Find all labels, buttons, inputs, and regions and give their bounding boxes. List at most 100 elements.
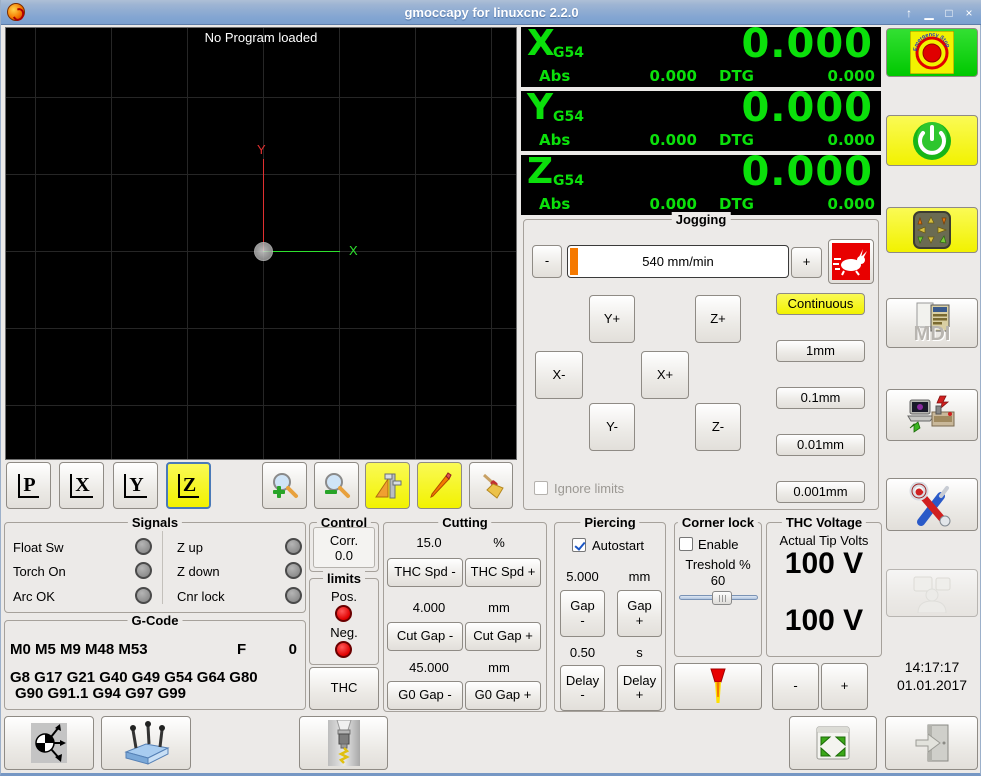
active-mcodes: M0 M5 M9 M48 M53 — [10, 641, 148, 658]
jog-speed-plus-button[interactable]: + — [791, 247, 822, 278]
dro-axis-z[interactable]: Z G54 0.000 Abs 0.000 DTG 0.000 — [521, 149, 881, 215]
coord-system: G54 — [553, 109, 584, 125]
jogging-panel: Jogging - 540 mm/min + Continuous 1mm 0.… — [523, 212, 879, 510]
jog-continuous-button[interactable]: Continuous — [776, 293, 865, 315]
dro-axis-y[interactable]: Y G54 0.000 Abs 0.000 DTG 0.000 — [521, 85, 881, 151]
corner-lock-enable-checkbox[interactable] — [679, 537, 693, 551]
y-axis-line — [263, 159, 264, 251]
jog-increment-1mm-button[interactable]: 1mm — [776, 340, 865, 362]
jog-speed-bar[interactable]: 540 mm/min — [567, 245, 789, 278]
minimize-button[interactable]: ▁ — [922, 6, 936, 20]
feed-label: F — [237, 641, 247, 658]
pierce-gap-minus-button[interactable]: Gap - — [560, 590, 605, 637]
close-button[interactable]: × — [962, 6, 976, 20]
axis-position: 0.000 — [741, 85, 873, 131]
cut-gap-value: 4.000 — [412, 600, 446, 615]
treshold-slider[interactable] — [679, 591, 758, 605]
draw-path-button[interactable] — [417, 462, 462, 509]
view-y-button[interactable]: Y — [113, 462, 158, 509]
abs-value: 0.000 — [649, 131, 697, 149]
probe-plate-icon — [124, 721, 170, 765]
z-up-led — [285, 538, 302, 555]
origin-icon — [31, 723, 67, 763]
jog-y-minus-button[interactable]: Y- — [589, 403, 635, 451]
jog-increment-0.1mm-button[interactable]: 0.1mm — [776, 387, 865, 409]
pierce-gap-value: 5.000 — [566, 569, 599, 584]
pierce-delay-minus-button[interactable]: Delay - — [560, 665, 605, 711]
exit-button[interactable] — [885, 716, 978, 770]
mdi-mode-button[interactable]: MDI — [886, 298, 978, 348]
exit-door-icon — [915, 724, 948, 762]
thc-voltage-minus-button[interactable]: - — [772, 663, 819, 710]
thc-speed-unit: % — [493, 535, 505, 550]
view-x-button[interactable]: X — [59, 462, 104, 509]
rapid-override-button[interactable] — [828, 239, 874, 284]
dtg-label: DTG — [719, 195, 754, 213]
show-dimensions-button[interactable] — [365, 462, 410, 509]
estop-button[interactable]: Emergency Stop — [886, 28, 978, 77]
machine-on-button[interactable] — [886, 115, 978, 166]
zoom-out-button[interactable] — [314, 462, 359, 509]
maximize-button[interactable]: □ — [942, 6, 956, 20]
jog-pad-icon — [913, 211, 951, 249]
jog-z-minus-button[interactable]: Z- — [695, 403, 741, 451]
signal-float-sw-label: Float Sw — [13, 540, 64, 555]
abs-value: 0.000 — [649, 67, 697, 85]
corner-lock-title: Corner lock — [677, 515, 759, 530]
cut-gap-plus-button[interactable]: Cut Gap + — [465, 622, 541, 651]
jog-speed-minus-button[interactable]: - — [532, 245, 562, 278]
torch-flame-icon — [710, 668, 726, 703]
g0-gap-minus-button[interactable]: G0 Gap - — [387, 681, 463, 710]
zoom-in-button[interactable] — [262, 462, 307, 509]
torch-test-button[interactable] — [674, 663, 762, 710]
dtg-label: DTG — [719, 67, 754, 85]
gcode-preview[interactable]: No Program loaded Y X — [5, 27, 517, 460]
jog-increment-0.01mm-button[interactable]: 0.01mm — [776, 434, 865, 456]
ignore-limits-checkbox[interactable] — [534, 481, 548, 495]
axis-letter: X — [527, 23, 555, 64]
signals-title: Signals — [127, 515, 183, 530]
jog-z-plus-button[interactable]: Z+ — [695, 295, 741, 343]
jog-x-minus-button[interactable]: X- — [535, 351, 583, 399]
treshold-slider-handle[interactable] — [712, 591, 732, 605]
thc-speed-plus-button[interactable]: THC Spd + — [465, 558, 541, 587]
auto-mode-button[interactable] — [886, 389, 978, 441]
manual-mode-button[interactable] — [886, 207, 978, 253]
tool-measure-button[interactable] — [299, 716, 388, 770]
corner-lock-panel: Corner lock Enable Treshold % 60 — [674, 515, 762, 657]
treshold-value: 60 — [710, 573, 726, 588]
thc-enable-button[interactable]: THC — [309, 667, 379, 710]
thc-voltage-actual: 100 V — [784, 604, 864, 637]
thc-voltage-setpoint: 100 V — [784, 547, 864, 580]
thc-voltage-plus-button[interactable]: + — [821, 663, 868, 710]
gmoccapy-window: gmoccapy for linuxcnc 2.2.0 ↑ ▁ □ × No P… — [0, 0, 981, 776]
view-z-button[interactable]: Z — [166, 462, 211, 509]
jog-increment-0.001mm-button[interactable]: 0.001mm — [776, 481, 865, 503]
pos-limit-label: Pos. — [330, 589, 358, 604]
dro-axis-x[interactable]: X G54 0.000 Abs 0.000 DTG 0.000 — [521, 21, 881, 87]
g0-gap-plus-button[interactable]: G0 Gap + — [465, 681, 541, 710]
pierce-delay-plus-button[interactable]: Delay + — [617, 665, 662, 711]
pierce-gap-plus-button[interactable]: Gap + — [617, 590, 662, 637]
thc-speed-minus-button[interactable]: THC Spd - — [387, 558, 463, 587]
touch-plate-button[interactable] — [101, 716, 191, 770]
mdi-label: MDI — [913, 323, 951, 345]
view-perspective-button[interactable]: P — [6, 462, 51, 509]
jog-y-plus-button[interactable]: Y+ — [589, 295, 635, 343]
cut-gap-minus-button[interactable]: Cut Gap - — [387, 622, 463, 651]
correction-label: Corr. — [329, 532, 359, 548]
fullscreen-icon — [816, 726, 850, 760]
shade-window-button[interactable]: ↑ — [902, 6, 916, 20]
settings-button[interactable] — [886, 478, 978, 531]
treshold-label: Treshold % — [685, 557, 751, 572]
autostart-checkbox[interactable] — [572, 538, 586, 552]
fullscreen-button[interactable] — [789, 716, 877, 770]
clock-date: 01.01.2017 — [896, 677, 968, 694]
jog-x-plus-button[interactable]: X+ — [641, 351, 689, 399]
autostart-label: Autostart — [592, 538, 645, 553]
torch-on-led — [135, 562, 152, 579]
axis-position: 0.000 — [741, 21, 873, 67]
signal-cnr-lock-label: Cnr lock — [177, 589, 225, 604]
touch-off-button[interactable] — [4, 716, 94, 770]
clear-preview-button[interactable] — [469, 462, 513, 509]
